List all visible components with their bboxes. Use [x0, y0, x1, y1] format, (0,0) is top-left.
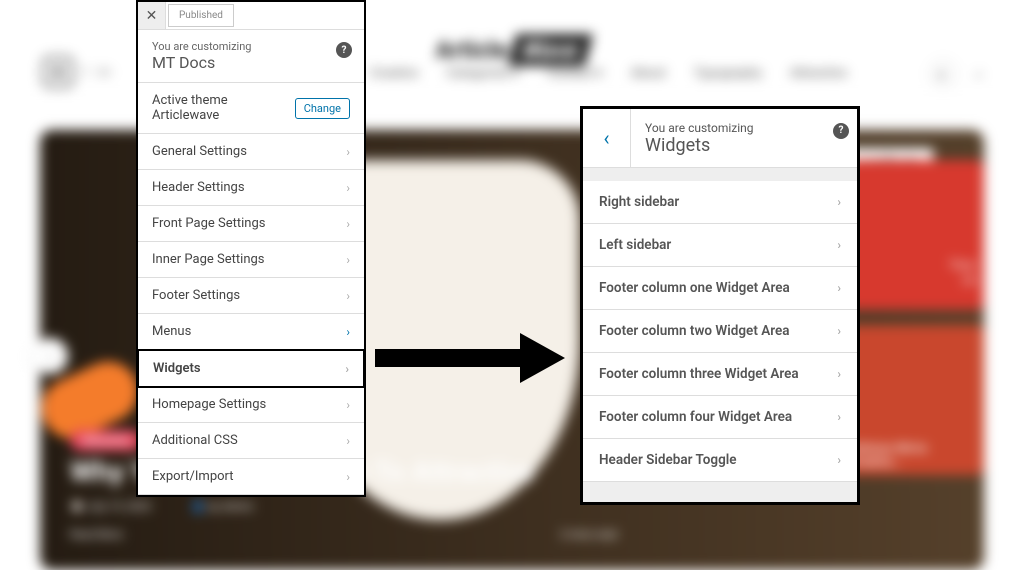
nav-item[interactable]: Attractive	[790, 66, 847, 81]
widget-area-label: Footer column two Widget Area	[599, 323, 789, 339]
nav-item[interactable]: Typography	[694, 66, 763, 81]
widget-area-label: Footer column three Widget Area	[599, 366, 799, 382]
customizer-panel-widgets: ‹ You are customizing Widgets ? Right si…	[580, 106, 860, 505]
widget-area-footer-3[interactable]: Footer column three Widget Area ›	[583, 353, 857, 396]
search-icon[interactable]: ⌕	[975, 64, 984, 84]
nav-item[interactable]: Contact ▾	[547, 66, 602, 81]
social-icon[interactable]: G+	[98, 66, 112, 79]
widget-area-label: Left sidebar	[599, 237, 671, 253]
chevron-right-icon: ›	[837, 281, 841, 295]
widget-area-footer-2[interactable]: Footer column two Widget Area ›	[583, 310, 857, 353]
chevron-right-icon: ›	[346, 145, 350, 159]
settings-item-label: Front Page Settings	[152, 216, 265, 231]
settings-item-homepage[interactable]: Homepage Settings ›	[138, 387, 364, 423]
settings-item-label: Additional CSS	[152, 433, 238, 448]
post-date: ⌚ July 19, 2023	[70, 500, 151, 513]
active-theme-label: Active theme	[152, 93, 228, 108]
chevron-right-icon: ›	[837, 410, 841, 424]
chevron-right-icon: ›	[346, 217, 350, 231]
nav-item[interactable]: About	[631, 66, 666, 81]
chevron-right-icon: ›	[345, 362, 349, 376]
logo-text-a: Article	[436, 36, 508, 64]
settings-item-label: Widgets	[153, 361, 201, 376]
read-time: 2 mins read	[560, 528, 617, 541]
settings-item-label: Menus	[152, 324, 191, 339]
logo-text-b: Wave	[508, 34, 593, 66]
chevron-right-icon: ›	[346, 289, 350, 303]
chevron-right-icon: ›	[346, 398, 350, 412]
post-author: 👤 by Admin	[191, 500, 253, 513]
chevron-right-icon: ›	[346, 325, 350, 339]
read-more-link[interactable]: Read More	[70, 528, 123, 541]
settings-item-header[interactable]: Header Settings ›	[138, 170, 364, 206]
prev-arrow-icon[interactable]: ‹	[32, 338, 68, 374]
widget-area-footer-1[interactable]: Footer column one Widget Area ›	[583, 267, 857, 310]
help-icon[interactable]: ?	[833, 123, 849, 139]
dark-mode-icon[interactable]: ◐	[929, 60, 957, 88]
chevron-right-icon: ›	[837, 195, 841, 209]
nav-item[interactable]: Categories ▾	[446, 66, 519, 81]
widget-area-footer-4[interactable]: Footer column four Widget Area ›	[583, 396, 857, 439]
social-icon[interactable]: f	[84, 66, 88, 79]
chevron-right-icon: ›	[346, 253, 350, 267]
settings-item-label: Homepage Settings	[152, 397, 266, 412]
nav-item[interactable]: Creative	[370, 66, 418, 81]
settings-item-innerpage[interactable]: Inner Page Settings ›	[138, 242, 364, 278]
chevron-right-icon: ›	[837, 324, 841, 338]
chevron-right-icon: ›	[837, 367, 841, 381]
flow-arrow-icon	[375, 328, 565, 388]
hamburger-icon[interactable]	[42, 56, 74, 88]
change-theme-button[interactable]: Change	[295, 98, 350, 119]
settings-item-label: Footer Settings	[152, 288, 240, 303]
chevron-right-icon: ›	[837, 453, 841, 467]
settings-item-menus[interactable]: Menus ›	[138, 314, 364, 350]
customizer-panel-main: ✕ Published You are customizing MT Docs …	[136, 0, 366, 497]
settings-item-export[interactable]: Export/Import ›	[138, 459, 364, 495]
category-badge[interactable]: Attractive	[70, 430, 142, 451]
chevron-right-icon: ›	[837, 238, 841, 252]
settings-item-widgets[interactable]: Widgets ›	[137, 349, 365, 388]
customizing-label: You are customizing	[152, 40, 350, 53]
settings-item-footer[interactable]: Footer Settings ›	[138, 278, 364, 314]
widget-area-label: Footer column one Widget Area	[599, 280, 790, 296]
settings-item-label: General Settings	[152, 144, 247, 159]
close-icon[interactable]: ✕	[138, 2, 166, 29]
settings-item-label: Export/Import	[152, 469, 234, 484]
widget-area-header-toggle[interactable]: Header Sidebar Toggle ›	[583, 439, 857, 482]
panel-title: Widgets	[645, 135, 843, 156]
settings-item-frontpage[interactable]: Front Page Settings ›	[138, 206, 364, 242]
settings-item-label: Header Settings	[152, 180, 245, 195]
site-name: MT Docs	[152, 53, 350, 72]
widget-area-label: Footer column four Widget Area	[599, 409, 792, 425]
publish-button[interactable]: Published	[168, 4, 234, 27]
help-icon[interactable]: ?	[336, 42, 352, 58]
active-theme-name: Articlewave	[152, 108, 228, 123]
settings-item-general[interactable]: General Settings ›	[138, 134, 364, 170]
widget-area-label: Header Sidebar Toggle	[599, 452, 737, 468]
back-icon[interactable]: ‹	[583, 109, 631, 167]
settings-item-css[interactable]: Additional CSS ›	[138, 423, 364, 459]
widget-area-right-sidebar[interactable]: Right sidebar ›	[583, 181, 857, 224]
chevron-right-icon: ›	[346, 181, 350, 195]
customizing-label: You are customizing	[645, 121, 843, 135]
widget-area-label: Right sidebar	[599, 194, 679, 210]
settings-item-label: Inner Page Settings	[152, 252, 265, 267]
widget-area-left-sidebar[interactable]: Left sidebar ›	[583, 224, 857, 267]
chevron-right-icon: ›	[346, 470, 350, 484]
chevron-right-icon: ›	[346, 434, 350, 448]
site-logo: Article Wave	[436, 34, 589, 66]
